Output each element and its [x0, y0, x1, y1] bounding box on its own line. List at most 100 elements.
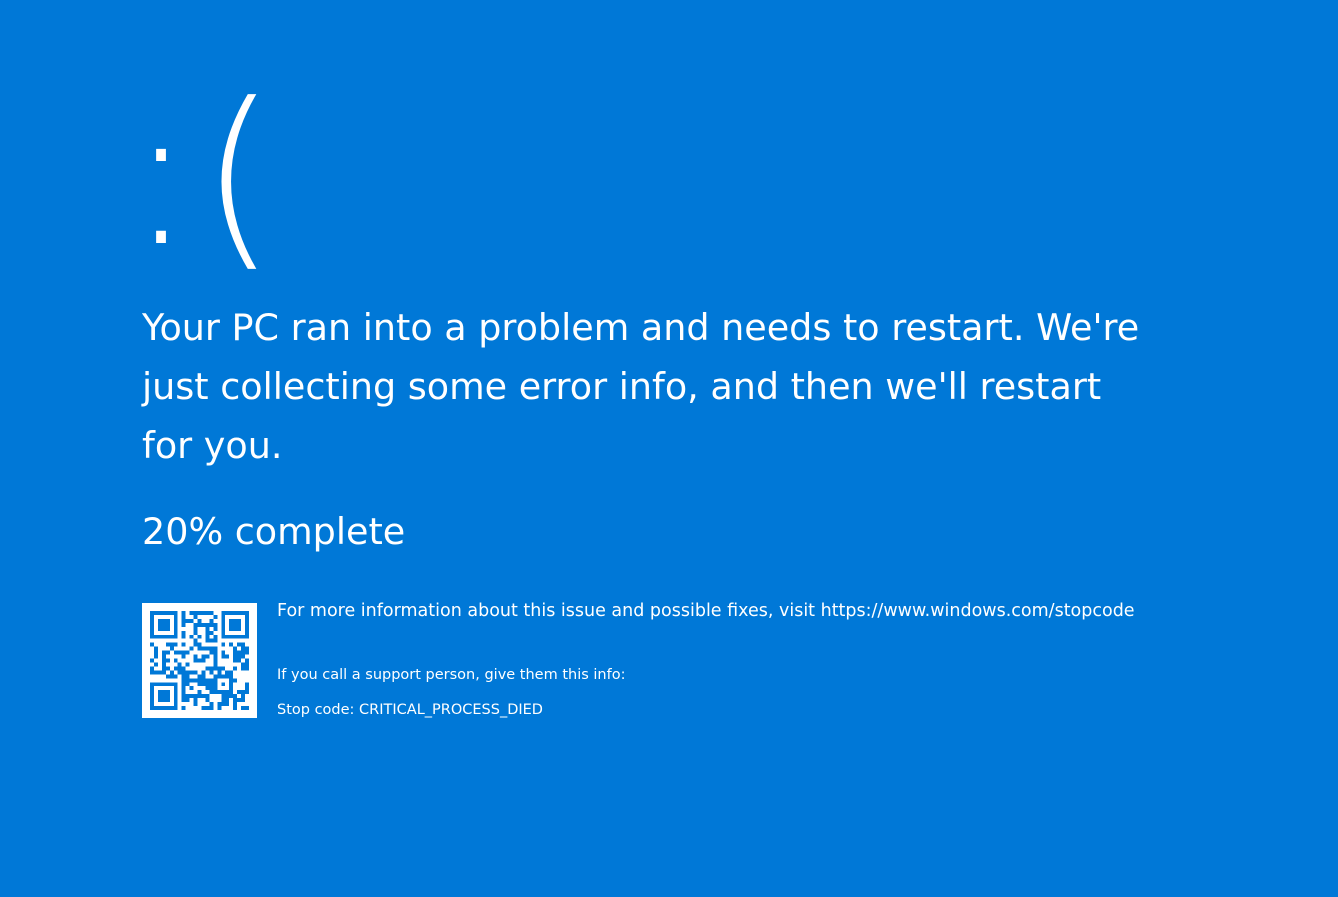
qr-module [150, 658, 154, 663]
qr-module [229, 626, 234, 631]
qr-module [165, 634, 170, 639]
qr-module [189, 646, 194, 651]
qr-module [157, 682, 162, 687]
qr-module [150, 618, 154, 623]
qr-module [161, 690, 166, 695]
qr-module [161, 622, 166, 627]
qr-module [209, 611, 214, 615]
qr-module [150, 694, 154, 699]
qr-module [229, 634, 234, 639]
qr-module [153, 662, 158, 667]
qr-module [193, 630, 198, 635]
qr-module [173, 626, 178, 631]
qr-module [221, 650, 226, 655]
qr-module [201, 670, 206, 675]
qr-module [213, 634, 218, 639]
bsod-screen: :( Your PC ran into a problem and needs … [0, 0, 1338, 897]
qr-module [173, 630, 178, 635]
qr-module [209, 622, 214, 627]
qr-module [150, 670, 154, 675]
qr-module [225, 690, 230, 695]
qr-module [237, 650, 242, 655]
qr-module [197, 622, 202, 627]
qr-module [213, 646, 218, 651]
qr-module [233, 702, 238, 707]
qr-module [193, 622, 198, 627]
qr-module [205, 666, 210, 671]
qr-module [229, 690, 234, 695]
qr-module [181, 698, 186, 703]
qr-module [205, 654, 210, 659]
qr-module [201, 658, 206, 663]
qr-module [185, 694, 190, 699]
qr-module [229, 682, 234, 687]
qr-module [150, 702, 154, 707]
qr-module [197, 690, 202, 695]
qr-module [237, 618, 242, 623]
qr-module [197, 694, 202, 699]
qr-module [225, 694, 230, 699]
qr-module [173, 618, 178, 623]
qr-module [205, 682, 210, 687]
qr-module [173, 694, 178, 699]
qr-module [221, 642, 226, 647]
qr-module [209, 706, 214, 710]
qr-module [217, 706, 222, 710]
qr-module [181, 682, 186, 687]
error-message: Your PC ran into a problem and needs to … [142, 306, 1140, 467]
qr-module [245, 626, 249, 631]
qr-module [221, 666, 226, 671]
qr-module [225, 654, 230, 659]
qr-module [237, 698, 242, 703]
progress-text: 20% complete [142, 510, 406, 553]
qr-module [205, 698, 210, 703]
qr-module [245, 634, 249, 639]
qr-module [221, 702, 226, 707]
qr-module [241, 634, 246, 639]
qr-module [221, 690, 226, 695]
qr-module [165, 658, 170, 663]
qr-module [173, 666, 178, 671]
qr-module [217, 674, 222, 679]
qr-module [185, 682, 190, 687]
qr-module [205, 638, 210, 643]
qr-module [169, 682, 174, 687]
qr-module [165, 690, 170, 695]
qr-module [205, 634, 210, 639]
qr-module [245, 630, 249, 635]
qr-module [209, 702, 214, 707]
qr-module [157, 670, 162, 675]
qr-module [157, 618, 162, 623]
qr-module [233, 654, 238, 659]
qr-module [173, 642, 178, 647]
qr-module [181, 634, 186, 639]
qr-module [153, 611, 158, 615]
qr-module [157, 611, 162, 615]
qr-module [185, 698, 190, 703]
qr-module [229, 622, 234, 627]
qr-module [169, 611, 174, 615]
qr-module [225, 674, 230, 679]
qr-module [233, 626, 238, 631]
qr-module [237, 611, 242, 615]
qr-module [229, 674, 234, 679]
qr-module [233, 646, 238, 651]
qr-module [150, 634, 154, 639]
qr-module [213, 614, 218, 619]
qr-module [241, 650, 246, 655]
qr-module [193, 611, 198, 615]
qr-module [221, 630, 226, 635]
qr-module [201, 622, 206, 627]
qr-module [245, 650, 249, 655]
qr-module [181, 611, 186, 615]
qr-module [173, 622, 178, 627]
stop-code: Stop code: CRITICAL_PROCESS_DIED [277, 702, 543, 718]
qr-module [153, 654, 158, 659]
qr-module [197, 678, 202, 683]
qr-module [237, 690, 242, 695]
qr-module [161, 670, 166, 675]
qr-module [225, 702, 230, 707]
qr-module [189, 618, 194, 623]
qr-module [181, 654, 186, 659]
qr-module [209, 646, 214, 651]
